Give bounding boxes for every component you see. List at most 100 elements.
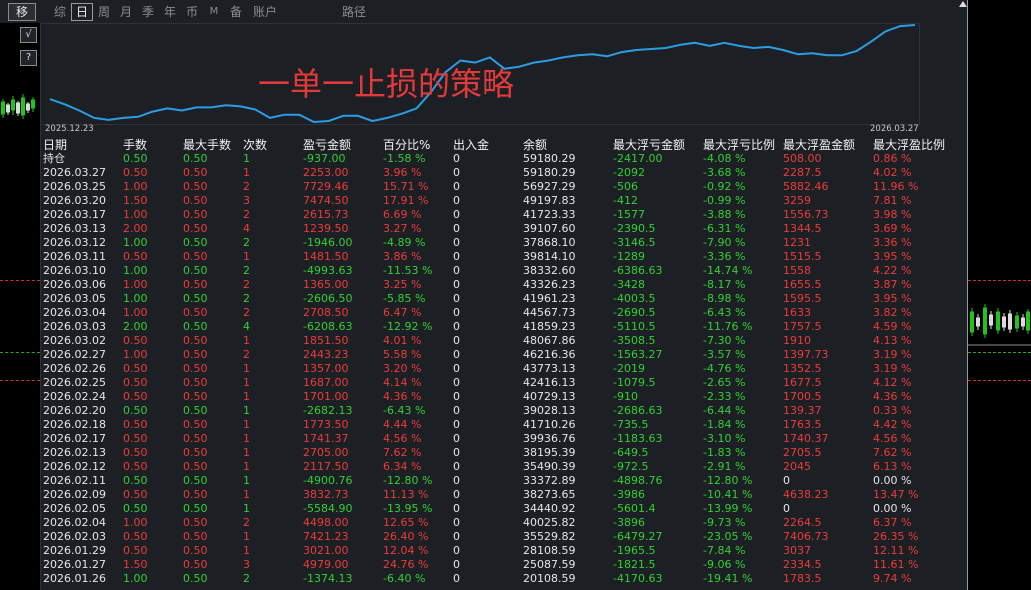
cell-pnl: 2253.00 [303, 166, 349, 179]
cell-balance: 38273.65 [523, 488, 576, 501]
cell-max-float-loss-pct: -3.68 % [703, 166, 746, 179]
cell-max-float-profit-pct: 4.02 % [873, 166, 912, 179]
cell-date: 2026.02.17 [43, 432, 106, 445]
cell-max-float-profit: 1595.5 [783, 292, 822, 305]
cell-pct: 26.40 % [383, 530, 429, 543]
tab-yearly[interactable]: 年 [159, 3, 181, 21]
header-balance: 余额 [523, 138, 548, 152]
tab-daily[interactable]: 日 [71, 3, 93, 21]
cell-max-lots: 0.50 [183, 474, 208, 487]
tab-path[interactable]: 路径 [340, 3, 368, 21]
cell-max-float-profit: 1763.5 [783, 418, 822, 431]
check-button[interactable]: √ [20, 27, 37, 43]
table-row[interactable]: 2026.03.02 0.50 0.50 1 1851.50 4.01 % 0 48067.8… [43, 334, 967, 348]
table-row[interactable]: 2026.02.27 1.00 0.50 2 2443.23 5.58 % 0 46216.3… [43, 348, 967, 362]
cell-balance: 40729.13 [523, 390, 576, 403]
table-row[interactable]: 2026.03.27 0.50 0.50 1 2253.00 3.96 % 0 59180.2… [43, 166, 967, 180]
table-row-open-position[interactable]: 持仓 0.50 0.50 1 -937.00 -1.58 % 0 59180.29 -2417.… [43, 152, 967, 166]
table-row[interactable]: 2026.02.05 0.50 0.50 1 -5584.90 -13.95 % 0 3444… [43, 502, 967, 516]
cell-max-float-profit: 1655.5 [783, 278, 822, 291]
table-row[interactable]: 2026.03.06 1.00 0.50 2 1365.00 3.25 % 0 43326.2… [43, 278, 967, 292]
cell-max-float-loss: -6479.27 [613, 530, 663, 543]
table-row[interactable]: 2026.02.12 0.50 0.50 1 2117.50 6.34 % 0 35490.3… [43, 460, 967, 474]
tab-currency[interactable]: 币 [181, 3, 203, 21]
table-row[interactable]: 2026.02.24 0.50 0.50 1 1701.00 4.36 % 0 40729.1… [43, 390, 967, 404]
cell-max-float-profit-pct: 13.47 % [873, 488, 919, 501]
tab-notes[interactable]: 备 [225, 3, 247, 21]
scroll-up-icon[interactable] [959, 1, 967, 7]
table-row[interactable]: 2026.02.04 1.00 0.50 2 4498.00 12.65 % 0 40025.… [43, 516, 967, 530]
cell-pnl: 1773.50 [303, 418, 349, 431]
table-row[interactable]: 2026.03.10 1.00 0.50 2 -4993.63 -11.53 % 0 3833… [43, 264, 967, 278]
tab-monthly[interactable]: 月 [115, 3, 137, 21]
cell-max-float-loss-pct: -2.65 % [703, 376, 746, 389]
cell-date: 2026.02.12 [43, 460, 106, 473]
table-row[interactable]: 2026.03.13 2.00 0.50 4 1239.50 3.27 % 0 39107.6… [43, 222, 967, 236]
cell-pct: 4.44 % [383, 418, 422, 431]
panel-divider[interactable] [967, 0, 968, 590]
cell-deposit: 0 [453, 488, 460, 501]
table-row[interactable]: 2026.02.13 0.50 0.50 1 2705.00 7.62 % 0 38195.3… [43, 446, 967, 460]
tab-summary[interactable]: 综 [49, 3, 71, 21]
cell-count: 1 [243, 460, 250, 473]
cell-max-float-loss: -2390.5 [613, 222, 656, 235]
cell-max-float-profit: 1677.5 [783, 376, 822, 389]
table-row[interactable]: 2026.02.09 0.50 0.50 1 3832.73 11.13 % 0 38273.… [43, 488, 967, 502]
cell-max-float-profit-pct: 3.87 % [873, 278, 912, 291]
cell-max-lots: 0.50 [183, 194, 208, 207]
table-row[interactable]: 2026.02.17 0.50 0.50 1 1741.37 4.56 % 0 39936.7… [43, 432, 967, 446]
cell-lots: 0.50 [123, 390, 148, 403]
tab-quarterly[interactable]: 季 [137, 3, 159, 21]
cell-deposit: 0 [453, 474, 460, 487]
cell-max-float-loss-pct: -11.76 % [703, 320, 753, 333]
table-row[interactable]: 2026.02.03 0.50 0.50 1 7421.23 26.40 % 0 35529.… [43, 530, 967, 544]
table-row[interactable]: 2026.01.26 1.00 0.50 2 -1374.13 -6.40 % 0 20108… [43, 572, 967, 586]
cell-date: 2026.02.05 [43, 502, 106, 515]
cell-date: 2026.03.04 [43, 306, 106, 319]
header-deposit: 出入金 [453, 138, 490, 152]
table-row[interactable]: 2026.02.25 0.50 0.50 1 1687.00 4.14 % 0 42416.1… [43, 376, 967, 390]
cell-max-float-loss: -5110.5 [613, 320, 656, 333]
table-row[interactable]: 2026.03.11 0.50 0.50 1 1481.50 3.86 % 0 39814.1… [43, 250, 967, 264]
table-row[interactable]: 2026.03.03 2.00 0.50 4 -6208.63 -12.92 % 0 4185… [43, 320, 967, 334]
table-row[interactable]: 2026.02.26 0.50 0.50 1 1357.00 3.20 % 0 43773.1… [43, 362, 967, 376]
table-row[interactable]: 2026.03.20 1.50 0.50 3 7474.50 17.91 % 0 49197.… [43, 194, 967, 208]
cell-pct: 5.58 % [383, 348, 422, 361]
table-row[interactable]: 2026.01.29 0.50 0.50 1 3021.00 12.04 % 0 28108.… [43, 544, 967, 558]
cell-pct: 24.76 % [383, 558, 429, 571]
cell-max-lots: 0.50 [183, 558, 208, 571]
table-row[interactable]: 2026.03.25 1.00 0.50 2 7729.46 15.71 % 0 56927.… [43, 180, 967, 194]
tab-m[interactable]: M [203, 3, 225, 21]
cell-max-lots: 0.50 [183, 516, 208, 529]
cell-pnl: 2615.73 [303, 208, 349, 221]
cell-balance: 41961.23 [523, 292, 576, 305]
move-button[interactable]: 移 [8, 3, 36, 21]
tab-weekly[interactable]: 周 [93, 3, 115, 21]
cell-pnl: 1741.37 [303, 432, 349, 445]
cell-max-float-loss: -4003.5 [613, 292, 656, 305]
cell-balance: 56927.29 [523, 180, 576, 193]
table-row[interactable]: 2026.01.27 1.50 0.50 3 4979.00 24.76 % 0 25087.… [43, 558, 967, 572]
daily-stats-table: 日期 手数 最大手数 次数 盈亏金额 百分比% 出入金 余额 最大浮亏金额 最大浮亏比例 最大浮盈金… [43, 138, 967, 586]
cell-max-lots: 0.50 [183, 222, 208, 235]
cell-max-float-profit-pct: 4.22 % [873, 264, 912, 277]
table-row[interactable]: 2026.03.04 1.00 0.50 2 2708.50 6.47 % 0 44567.7… [43, 306, 967, 320]
chart-end-date: 2026.03.27 [870, 124, 919, 134]
table-row[interactable]: 2026.02.11 0.50 0.50 1 -4900.76 -12.80 % 0 3337… [43, 474, 967, 488]
cell-date: 2026.02.26 [43, 362, 106, 375]
cell-max-float-loss: -1821.5 [613, 558, 656, 571]
help-button[interactable]: ? [20, 50, 37, 66]
cell-pct: 6.47 % [383, 306, 422, 319]
table-row[interactable]: 2026.03.12 1.00 0.50 2 -1946.00 -4.89 % 0 37868… [43, 236, 967, 250]
tab-account[interactable]: 账户 [247, 3, 283, 21]
table-row[interactable]: 2026.02.20 0.50 0.50 1 -2682.13 -6.43 % 0 39028… [43, 404, 967, 418]
cell-count: 1 [243, 152, 250, 165]
cell-balance: 44567.73 [523, 306, 576, 319]
cell-max-lots: 0.50 [183, 208, 208, 221]
cell-balance: 20108.59 [523, 572, 576, 585]
table-row[interactable]: 2026.02.18 0.50 0.50 1 1773.50 4.44 % 0 41710.2… [43, 418, 967, 432]
table-row[interactable]: 2026.03.17 1.00 0.50 2 2615.73 6.69 % 0 41723.3… [43, 208, 967, 222]
cell-count: 1 [243, 376, 250, 389]
cell-count: 1 [243, 334, 250, 347]
table-row[interactable]: 2026.03.05 1.00 0.50 2 -2606.50 -5.85 % 0 41961… [43, 292, 967, 306]
